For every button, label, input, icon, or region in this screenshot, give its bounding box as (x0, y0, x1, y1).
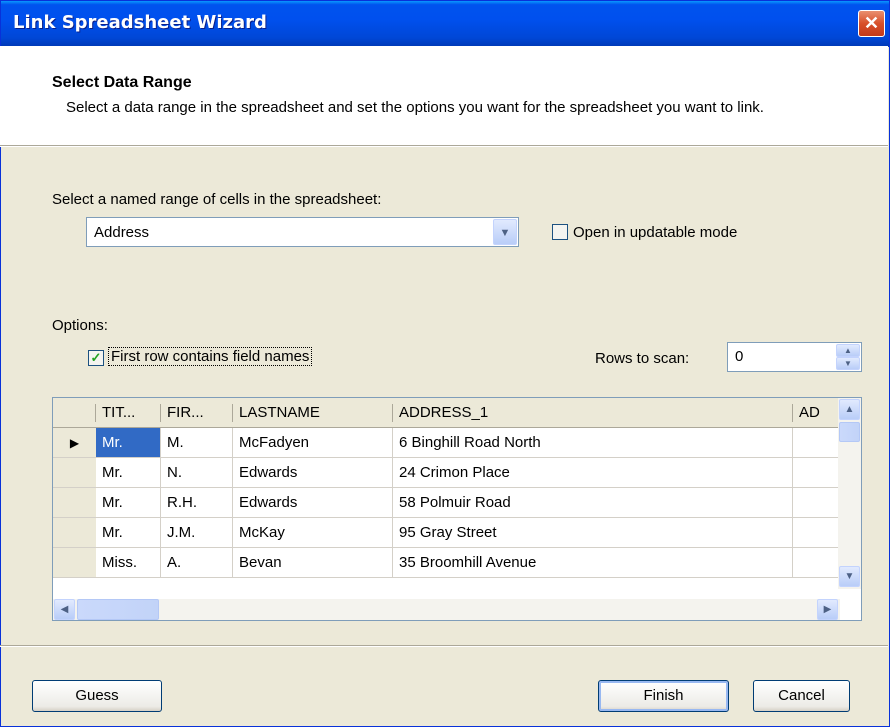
grid-cell[interactable]: R.H. (161, 488, 233, 518)
current-row-icon: ▶ (69, 436, 80, 450)
named-range-combobox[interactable]: Address ▼ (86, 217, 519, 247)
grid-cell[interactable]: Edwards (233, 488, 393, 518)
scroll-up-icon[interactable]: ▲ (839, 399, 860, 420)
column-header-address-2[interactable]: AD (793, 398, 840, 428)
rows-to-scan-spinner[interactable]: 0 ▲ ▼ (727, 342, 862, 372)
grid-cell[interactable]: 24 Crimon Place (393, 458, 793, 488)
grid-cell[interactable]: Mr. (96, 428, 161, 458)
step-description: Select a data range in the spreadsheet a… (66, 99, 764, 116)
close-button[interactable]: ✕ (858, 10, 885, 37)
row-header[interactable] (53, 488, 96, 518)
row-header[interactable]: ▶ (53, 428, 96, 458)
named-range-value: Address (94, 224, 150, 241)
footer-divider (0, 645, 888, 647)
row-header[interactable] (53, 458, 96, 488)
column-header-firstname[interactable]: FIR... (161, 398, 233, 428)
options-label: Options: (52, 317, 108, 334)
vertical-scroll-thumb[interactable] (839, 422, 860, 442)
grid-cell[interactable] (793, 548, 840, 578)
grid-cell[interactable]: 58 Polmuir Road (393, 488, 793, 518)
grid-cell[interactable]: Mr. (96, 518, 161, 548)
grid-cell[interactable] (793, 488, 840, 518)
named-range-label: Select a named range of cells in the spr… (52, 191, 382, 208)
data-preview-grid[interactable]: TIT... FIR... LASTNAME ADDRESS_1 AD ▶ Mr… (52, 397, 862, 621)
grid-cell[interactable]: A. (161, 548, 233, 578)
first-row-field-names-checkbox[interactable]: ✓ (88, 350, 104, 366)
grid-cell[interactable]: Mr. (96, 488, 161, 518)
grid-cell[interactable]: 95 Gray Street (393, 518, 793, 548)
scroll-right-icon[interactable]: ▶ (817, 599, 838, 620)
grid-cell[interactable] (793, 518, 840, 548)
grid-cell[interactable]: N. (161, 458, 233, 488)
grid-cell[interactable]: M. (161, 428, 233, 458)
header-divider (0, 145, 888, 147)
grid-cell[interactable]: Bevan (233, 548, 393, 578)
guess-button[interactable]: Guess (32, 680, 162, 712)
grid-vertical-scrollbar[interactable]: ▲ ▼ (838, 398, 861, 589)
checkmark-icon: ✓ (90, 350, 102, 365)
first-row-field-names-label[interactable]: First row contains field names (108, 347, 313, 366)
grid-cell[interactable]: 35 Broomhill Avenue (393, 548, 793, 578)
row-header[interactable] (53, 518, 96, 548)
updatable-mode-label[interactable]: Open in updatable mode (573, 224, 737, 241)
horizontal-scroll-thumb[interactable] (77, 599, 159, 620)
grid-cell[interactable]: McKay (233, 518, 393, 548)
rows-to-scan-value: 0 (735, 348, 744, 365)
grid-cell[interactable]: Mr. (96, 458, 161, 488)
column-header-title[interactable]: TIT... (96, 398, 161, 428)
finish-button[interactable]: Finish (598, 680, 729, 712)
grid-cell[interactable]: Miss. (96, 548, 161, 578)
first-row-field-names-text: First row contains field names (108, 347, 313, 366)
updatable-mode-checkbox[interactable] (552, 224, 568, 240)
spin-up-icon[interactable]: ▲ (836, 344, 860, 357)
chevron-down-icon[interactable]: ▼ (493, 219, 517, 245)
grid-corner-header (53, 398, 96, 428)
close-icon: ✕ (863, 13, 880, 33)
cancel-button[interactable]: Cancel (753, 680, 850, 712)
grid-cell[interactable]: McFadyen (233, 428, 393, 458)
grid-cell[interactable] (793, 428, 840, 458)
scroll-down-icon[interactable]: ▼ (839, 566, 860, 587)
window-title: Link Spreadsheet Wizard (13, 12, 267, 33)
title-bar[interactable]: Link Spreadsheet Wizard ✕ (1, 1, 889, 47)
grid-cell[interactable]: Edwards (233, 458, 393, 488)
wizard-header (0, 46, 888, 145)
row-header[interactable] (53, 548, 96, 578)
spin-down-icon[interactable]: ▼ (836, 357, 860, 370)
grid-horizontal-scrollbar[interactable]: ◀ ▶ (53, 599, 840, 620)
scroll-left-icon[interactable]: ◀ (54, 599, 75, 620)
grid-cell[interactable]: J.M. (161, 518, 233, 548)
rows-to-scan-label: Rows to scan: (595, 350, 690, 367)
step-title: Select Data Range (52, 74, 192, 91)
column-header-lastname[interactable]: LASTNAME (233, 398, 393, 428)
grid-cell[interactable] (793, 458, 840, 488)
grid-cell[interactable]: 6 Binghill Road North (393, 428, 793, 458)
column-header-address-1[interactable]: ADDRESS_1 (393, 398, 793, 428)
